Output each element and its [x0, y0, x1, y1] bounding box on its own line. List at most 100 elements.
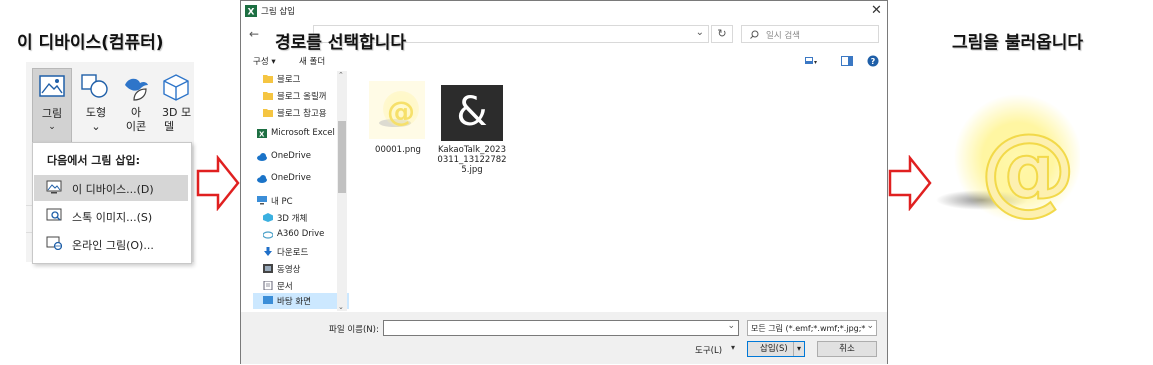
chevron-down-icon[interactable]: ⌄ [866, 321, 874, 331]
title-bar: X 그림 삽입 ✕ [241, 1, 887, 21]
onedrive-icon [257, 153, 267, 161]
tree-item-documents[interactable]: 문서 [253, 278, 349, 294]
search-placeholder: 일시 검색 [766, 31, 800, 41]
back-arrow-icon[interactable]: ← [249, 27, 259, 41]
icons-label-1: 아 [130, 106, 142, 119]
tree-item-videos[interactable]: 동영상 [253, 261, 349, 277]
picture-label: 그림 [41, 107, 63, 120]
tree-item-blog-reference[interactable]: 블로그 참고용 [253, 105, 349, 121]
stock-image-icon [46, 208, 62, 221]
tree-scrollbar[interactable]: ⌃ ⌄ [337, 71, 347, 311]
online-picture-icon [46, 236, 62, 250]
scrollbar-thumb[interactable] [338, 121, 346, 193]
shapes-icon [81, 74, 108, 98]
refresh-icon[interactable]: ↻ [711, 25, 733, 43]
icons-button[interactable]: 아 이콘 [116, 68, 156, 148]
tree-item-desktop[interactable]: 바탕 화면 [253, 293, 349, 309]
tree-item-label: 블로그 [277, 75, 301, 85]
right-arrow-icon [888, 155, 932, 211]
tree-item-a360-drive[interactable]: A360 Drive [253, 227, 349, 243]
folder-icon [263, 109, 273, 117]
scroll-up-icon[interactable]: ⌃ [338, 71, 344, 79]
dialog-title: 그림 삽입 [261, 7, 295, 17]
3d-model-label-2: 델 [164, 120, 175, 133]
shape-label: 도형 [85, 106, 107, 119]
menu-item-online-pictures[interactable]: 온라인 그림(O)... [34, 231, 188, 257]
tree-item-label: 블로그 참고용 [277, 109, 327, 119]
insert-button[interactable]: 삽입(S) ▾ [747, 341, 805, 357]
at-sign-image-icon: @ [936, 94, 1080, 226]
search-box[interactable]: 일시 검색 [741, 25, 879, 43]
file-item-00001[interactable]: @ 00001.png [365, 77, 435, 177]
close-icon[interactable]: ✕ [871, 3, 882, 18]
cancel-button[interactable]: 취소 [817, 341, 877, 357]
chevron-down-icon[interactable]: ⌄ [727, 321, 735, 331]
new-folder-button[interactable]: 새 폴더 [299, 55, 325, 67]
folder-icon [263, 75, 273, 83]
svg-text:▾: ▾ [814, 59, 817, 65]
filename-input[interactable]: ⌄ [383, 320, 739, 336]
file-thumbnail: @ [369, 81, 425, 139]
desktop-icon [263, 296, 273, 304]
svg-text:X: X [259, 131, 265, 139]
insert-picture-dialog: X 그림 삽입 ✕ ← ⌄ ↻ 일시 검색 경로를 선택합니다 구성 ▾ 새 폴… [240, 0, 888, 364]
tree-item-onedrive-2[interactable]: OneDrive [253, 171, 349, 187]
video-icon [263, 264, 273, 273]
navigation-pane: 블로그 블로그 올릴꺼 블로그 참고용 X Microsoft Excel On… [253, 71, 349, 311]
svg-text:@: @ [980, 113, 1076, 225]
tree-item-label: Microsoft Excel [271, 128, 335, 138]
file-name: 00001.png [375, 145, 421, 155]
filetype-value: 모든 그림 (*.emf;*.wmf;*.jpg;*. [751, 324, 868, 333]
file-thumbnail: & [441, 85, 503, 141]
insert-picture-menu: 다음에서 그림 삽입: 이 디바이스...(D) 스톡 이미지...(S) 온라… [32, 142, 192, 264]
tools-dropdown-icon[interactable]: ▾ [731, 343, 735, 352]
tools-menu[interactable]: 도구(L) [695, 344, 722, 356]
right-arrow-icon [196, 155, 240, 211]
insert-dropdown-icon[interactable]: ▾ [793, 342, 804, 356]
menu-item-stock-images[interactable]: 스톡 이미지...(S) [34, 203, 188, 229]
icons-label-2: 이콘 [125, 120, 147, 133]
menu-item-label: 이 디바이스...(D) [72, 183, 154, 196]
tree-item-label: 내 PC [271, 197, 293, 207]
bird-leaf-icon [125, 78, 148, 101]
tree-item-label: 동영상 [277, 265, 301, 275]
at-sign-image-icon: @ [379, 91, 419, 128]
preview-pane-icon[interactable] [841, 56, 853, 66]
tree-item-onedrive-1[interactable]: OneDrive [253, 149, 349, 165]
shape-button[interactable]: 도형 ⌄ [76, 68, 116, 148]
folder-icon [263, 92, 273, 100]
organize-menu[interactable]: 구성 ▾ [253, 55, 276, 67]
filetype-select[interactable]: 모든 그림 (*.emf;*.wmf;*.jpg;*. ⌄ [747, 320, 877, 336]
search-icon [750, 30, 759, 39]
chevron-down-icon: ⌄ [48, 122, 56, 132]
chevron-down-icon[interactable]: ⌄ [696, 27, 704, 38]
tree-item-blog[interactable]: 블로그 [253, 71, 349, 87]
menu-item-this-device[interactable]: 이 디바이스...(D) [34, 175, 188, 201]
tree-item-downloads[interactable]: 다운로드 [253, 244, 349, 260]
tree-item-microsoft-excel[interactable]: X Microsoft Excel [253, 126, 349, 142]
picture-icon [39, 75, 65, 97]
view-options-icon[interactable]: ▾ [805, 57, 817, 65]
3d-model-label-1: 3D 모 [162, 106, 192, 119]
tree-item-label: 3D 개체 [277, 214, 308, 224]
scroll-down-icon[interactable]: ⌄ [338, 303, 344, 311]
tree-item-3d-objects[interactable]: 3D 개체 [253, 210, 349, 226]
svg-text:@: @ [387, 95, 415, 128]
help-icon[interactable]: ? [867, 55, 879, 67]
3d-model-button[interactable]: 3D 모 델 [156, 68, 194, 148]
menu-header: 다음에서 그림 삽입: [47, 154, 141, 167]
file-name: KakaoTalk_2023 0311_13122782 5.jpg [435, 145, 509, 175]
tree-item-label: 바탕 화면 [277, 297, 311, 307]
excel-icon: X [245, 5, 257, 17]
tree-item-this-pc[interactable]: 내 PC [253, 193, 349, 209]
caption-this-device: 이 디바이스(컴퓨터) [17, 33, 164, 53]
tree-item-blog-upload[interactable]: 블로그 올릴꺼 [253, 88, 349, 104]
a360-drive-icon [263, 231, 273, 239]
tree-item-label: A360 Drive [277, 229, 325, 239]
picture-button[interactable]: 그림 ⌄ [32, 68, 72, 148]
onedrive-icon [257, 175, 267, 183]
document-icon [263, 281, 273, 290]
file-item-kakaotalk[interactable]: & KakaoTalk_2023 0311_13122782 5.jpg [435, 77, 511, 187]
filename-label: 파일 이름(N): [329, 325, 379, 335]
caption-select-path: 경로를 선택합니다 [275, 33, 407, 53]
